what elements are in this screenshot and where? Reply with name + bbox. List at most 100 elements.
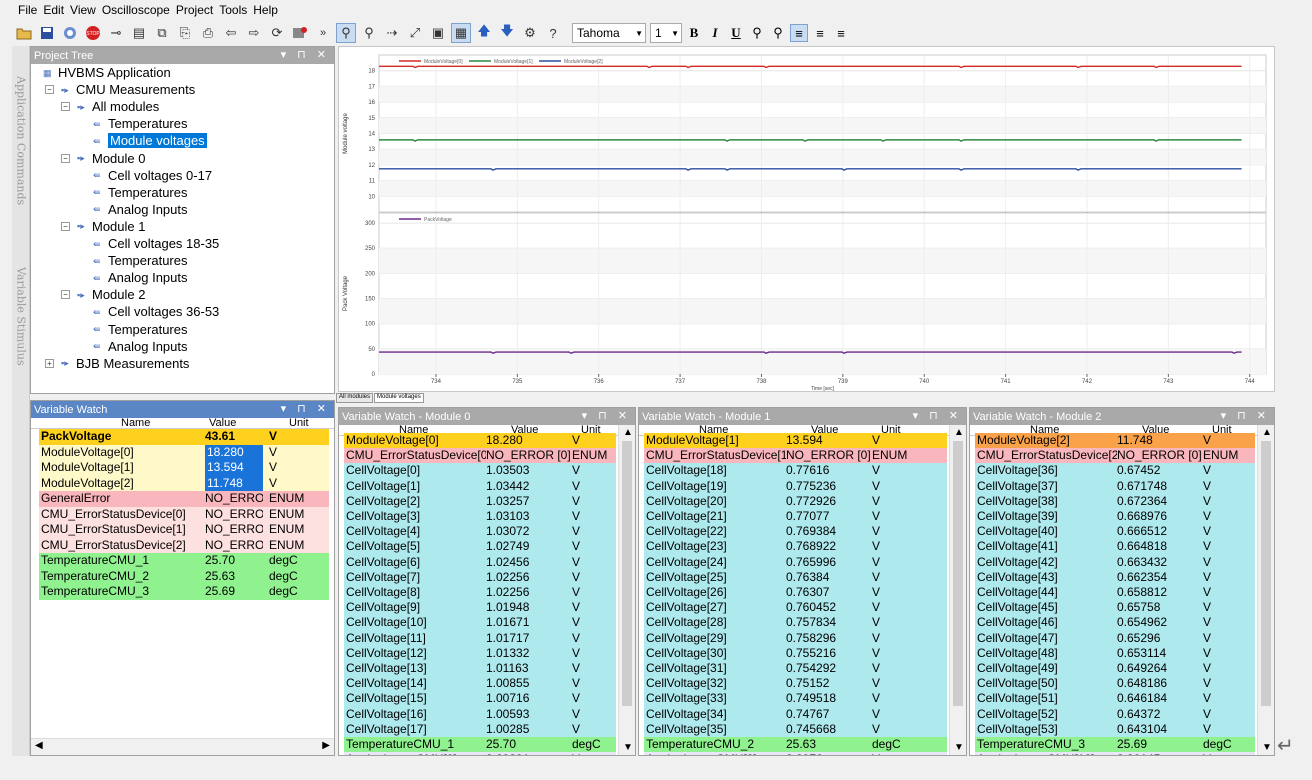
tree-node[interactable]: ▪▸ All modules xyxy=(77,98,159,115)
align-left-icon[interactable]: ≡ xyxy=(790,24,808,42)
watch-row[interactable]: TemperatureCMU_2 25.63 degC xyxy=(39,569,329,585)
watch-row[interactable]: CMU_ErrorStatusDevice[0] NO_ERROR ENUM xyxy=(39,507,329,523)
watch-row[interactable]: AnalogInputsCMU[0]3.29391 V xyxy=(344,752,616,756)
scope-icon[interactable]: ⚲ xyxy=(336,23,356,43)
underline-button[interactable]: U xyxy=(727,24,745,42)
watch-row[interactable]: CellVoltage[27] 0.760452 V xyxy=(644,600,947,616)
watch-row[interactable]: CellVoltage[35] 0.745668 V xyxy=(644,722,947,738)
align-center-icon[interactable]: ≡ xyxy=(811,24,829,42)
watch-row[interactable]: CellVoltage[34] 0.74767 V xyxy=(644,707,947,723)
tree-node[interactable]: ⇚ Cell voltages 36-53 xyxy=(93,303,219,320)
key-icon[interactable]: ⊸ xyxy=(106,23,126,43)
stop-icon[interactable]: STOP xyxy=(83,23,103,43)
watch-row[interactable]: CellVoltage[18] 0.77616 V xyxy=(644,463,947,479)
properties-icon[interactable]: ▤ xyxy=(129,23,149,43)
tree-node[interactable]: ⇚ Analog Inputs xyxy=(93,269,188,286)
horizontal-scrollbar[interactable]: ◀ ▶ xyxy=(31,738,334,755)
tree-node[interactable]: ⇚ Temperatures xyxy=(93,184,187,201)
bold-button[interactable]: B xyxy=(685,24,703,42)
watch-row[interactable]: TemperatureCMU_1 25.70 degC xyxy=(39,553,329,569)
scroll-left-icon[interactable]: ◀ xyxy=(35,740,43,751)
watch-row[interactable]: TemperatureCMU_3 25.69 degC xyxy=(39,584,329,600)
align-right-icon[interactable]: ≡ xyxy=(832,24,850,42)
watch-row[interactable]: CellVoltage[50] 0.648186 V xyxy=(975,676,1255,692)
tree-node[interactable]: ⇚ Temperatures xyxy=(93,321,187,338)
watch-row[interactable]: TemperatureCMU_1 25.70 degC xyxy=(344,737,616,753)
italic-button[interactable]: I xyxy=(706,24,724,42)
watch-row[interactable]: CMU_ErrorStatusDevice[0] NO_ERROR [0] ENUM xyxy=(344,448,616,464)
scroll-right-icon[interactable]: ▶ xyxy=(322,740,330,751)
watch-row[interactable]: ModuleVoltage[2] 11.748 V xyxy=(39,476,329,492)
watch-row[interactable]: CellVoltage[47] 0.65296 V xyxy=(975,631,1255,647)
more-icon[interactable]: » xyxy=(313,23,333,43)
watch-row[interactable]: CellVoltage[53] 0.643104 V xyxy=(975,722,1255,738)
watch-row[interactable]: AnalogInputsCMU[16]3.30145V xyxy=(975,752,1255,756)
menu-help[interactable]: Help xyxy=(253,3,278,17)
connect-icon[interactable] xyxy=(60,23,80,43)
watch-row[interactable]: CellVoltage[7] 1.02256 V xyxy=(344,570,616,586)
watch-row[interactable]: CellVoltage[26] 0.76307 V xyxy=(644,585,947,601)
watch-row[interactable]: ModuleVoltage[1] 13.594 V xyxy=(644,433,947,449)
watch-row[interactable]: ModuleVoltage[0] 18.280 V xyxy=(39,445,329,461)
tree-node[interactable]: ⇚ Cell voltages 0-17 xyxy=(93,167,212,184)
watch-row[interactable]: ModuleVoltage[2] 11.748 V xyxy=(975,433,1255,449)
watch-row[interactable]: CMU_ErrorStatusDevice[2] NO_ERROR [0] ENUM xyxy=(975,448,1255,464)
watch-row[interactable]: CellVoltage[16] 1.00593 V xyxy=(344,707,616,723)
move-up-icon[interactable]: 🡅 xyxy=(474,23,494,43)
watch-row[interactable]: CellVoltage[48] 0.653114 V xyxy=(975,646,1255,662)
record-icon[interactable] xyxy=(290,23,310,43)
tree-node[interactable]: ⇚ Cell voltages 18-35 xyxy=(93,235,219,252)
watch-row[interactable]: CellVoltage[1] 1.03442 V xyxy=(344,479,616,495)
watch-row[interactable]: CellVoltage[11] 1.01717 V xyxy=(344,631,616,647)
watch-row[interactable]: CellVoltage[8] 1.02256 V xyxy=(344,585,616,601)
watch-row[interactable]: PackVoltage 43.61 V xyxy=(39,429,329,445)
forward-icon[interactable]: ⇨ xyxy=(244,23,264,43)
watch-row[interactable]: CellVoltage[10] 1.01671 V xyxy=(344,615,616,631)
watch-row[interactable]: CellVoltage[51] 0.646184 V xyxy=(975,691,1255,707)
watch-row[interactable]: CellVoltage[12] 1.01332 V xyxy=(344,646,616,662)
paste-icon[interactable]: ⎘ xyxy=(175,23,195,43)
tree-node[interactable]: ▪▸ BJB Measurements xyxy=(61,355,189,372)
zoom-in-icon[interactable]: ⚲ xyxy=(748,24,766,42)
scope-zoom-icon[interactable]: ⤢ xyxy=(405,23,425,43)
help-icon[interactable]: ? xyxy=(543,23,563,43)
watch-row[interactable]: TemperatureCMU_3 25.69 degC xyxy=(975,737,1255,753)
refresh-icon[interactable]: ⟳ xyxy=(267,23,287,43)
panel-controls[interactable]: ▾ ⊓ ✕ xyxy=(281,48,330,61)
watch-row[interactable]: CellVoltage[32] 0.75152 V xyxy=(644,676,947,692)
watch-row[interactable]: CellVoltage[25] 0.76384 V xyxy=(644,570,947,586)
watch-row[interactable]: CellVoltage[40] 0.666512 V xyxy=(975,524,1255,540)
scroll-down-icon[interactable]: ▼ xyxy=(1262,742,1272,753)
watch-row[interactable]: CellVoltage[20] 0.772926 V xyxy=(644,494,947,510)
watch-row[interactable]: CellVoltage[5] 1.02749 V xyxy=(344,539,616,555)
watch-row[interactable]: CellVoltage[37] 0.671748 V xyxy=(975,479,1255,495)
recorder-icon[interactable]: ▣ xyxy=(428,23,448,43)
watch-row[interactable]: CellVoltage[36] 0.67452 V xyxy=(975,463,1255,479)
tree-node[interactable]: ⇚ Module voltages xyxy=(93,132,207,149)
settings-icon[interactable]: ⚙ xyxy=(520,23,540,43)
menu-edit[interactable]: Edit xyxy=(43,3,64,17)
scope-add-icon[interactable]: ⚲ xyxy=(359,23,379,43)
vertical-scrollbar[interactable]: ▲ ▼ xyxy=(1257,425,1274,755)
watch-row[interactable]: CellVoltage[24] 0.765996 V xyxy=(644,555,947,571)
watch-row[interactable]: CMU_ErrorStatusDevice[1] NO_ERROR [0] ENUM xyxy=(644,448,947,464)
menu-tools[interactable]: Tools xyxy=(219,3,247,17)
chart-tab[interactable]: Module voltages xyxy=(374,393,424,403)
watch-row[interactable]: GeneralErrorNO_ERRORENUM xyxy=(39,491,329,507)
watch-row[interactable]: CellVoltage[42] 0.663432 V xyxy=(975,555,1255,571)
tree-node[interactable]: ⇚ Temperatures xyxy=(93,115,187,132)
back-icon[interactable]: ⇦ xyxy=(221,23,241,43)
watch-row[interactable]: CellVoltage[43] 0.662354 V xyxy=(975,570,1255,586)
watch-row[interactable]: CellVoltage[15] 1.00716 V xyxy=(344,691,616,707)
watch-row[interactable]: CellVoltage[44] 0.658812 V xyxy=(975,585,1255,601)
font-select[interactable]: Tahoma ▼ xyxy=(572,23,646,43)
move-down-icon[interactable]: 🡇 xyxy=(497,23,517,43)
watch-row[interactable]: CellVoltage[17] 1.00285 V xyxy=(344,722,616,738)
watch-row[interactable]: CellVoltage[49] 0.649264 V xyxy=(975,661,1255,677)
panel-controls[interactable]: ▾ ⊓ ✕ xyxy=(281,402,330,415)
watch-row[interactable]: CellVoltage[33] 0.749518 V xyxy=(644,691,947,707)
scroll-thumb[interactable] xyxy=(953,441,963,706)
watch-row[interactable]: CellVoltage[9] 1.01948 V xyxy=(344,600,616,616)
watch-row[interactable]: CellVoltage[23] 0.768922 V xyxy=(644,539,947,555)
open-folder-icon[interactable] xyxy=(14,23,34,43)
